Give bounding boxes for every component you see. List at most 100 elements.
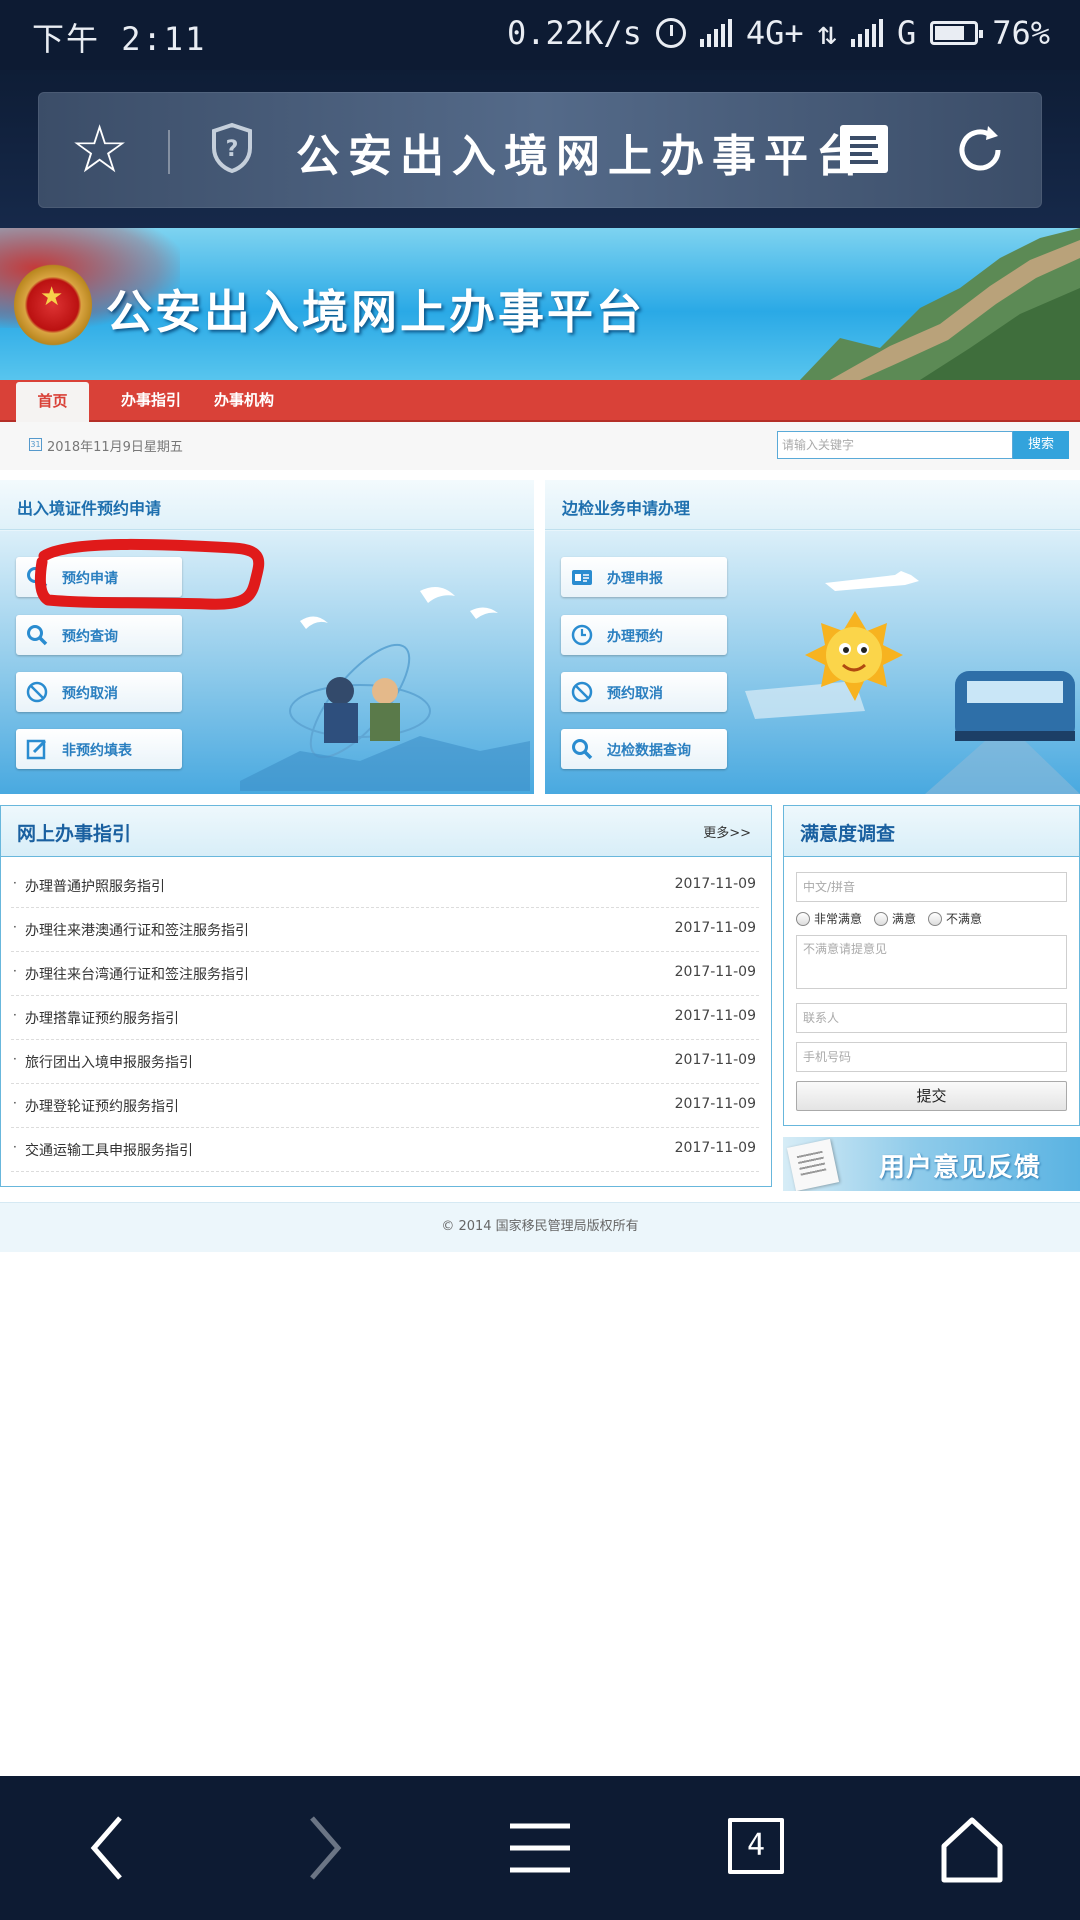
guide-header: 网上办事指引 更多>>: [1, 806, 771, 857]
survey-comment-field[interactable]: [796, 935, 1067, 989]
border-data-query-button[interactable]: 边检数据查询: [561, 729, 727, 769]
option-unsatisfied[interactable]: 不满意: [928, 910, 982, 927]
page-title: 公安出入境网上办事平台: [296, 131, 868, 182]
search-icon: [27, 625, 48, 646]
border-control-panel-body: 办理申报 办理预约 预约取消 边检数据查询: [545, 531, 1080, 794]
guide-item-date: 2017-11-09: [674, 964, 756, 980]
radio-button[interactable]: [928, 911, 943, 926]
signal-icon: [699, 19, 732, 47]
survey-name-field[interactable]: [796, 872, 1067, 902]
main-nav: 首页 办事指引 办事机构: [0, 380, 1080, 422]
user-feedback-banner[interactable]: 用户意见反馈: [783, 1137, 1080, 1191]
list-item[interactable]: · 办理往来台湾通行证和签注服务指引 2017-11-09: [11, 952, 759, 996]
search-icon: [572, 739, 593, 760]
status-indicators: 0.22K/s 4G+ ⇅ G 76%: [507, 14, 1050, 52]
back-icon[interactable]: [72, 1812, 144, 1884]
forward-icon[interactable]: [288, 1812, 360, 1884]
list-item[interactable]: · 办理搭靠证预约服务指引 2017-11-09: [11, 996, 759, 1040]
radio-button[interactable]: [874, 911, 889, 926]
list-item[interactable]: · 办理普通护照服务指引 2017-11-09: [11, 864, 759, 908]
status-bar: 下午 2:11 0.22K/s 4G+ ⇅ G 76%: [0, 0, 1080, 70]
declaration-label: 办理申报: [607, 571, 663, 587]
appointment-panel: 出入境证件预约申请 预约申请 预约查询 预约取消 非预约填表: [0, 480, 534, 794]
divider: [168, 130, 170, 174]
border-control-panel-header: 边检业务申请办理: [545, 480, 1080, 530]
signal-icon-2: [850, 19, 883, 47]
radio-button[interactable]: [796, 911, 810, 926]
bullet: ·: [13, 1052, 17, 1066]
document-icon: [786, 1138, 840, 1191]
guide-item-title[interactable]: 办理搭靠证预约服务指引: [25, 1008, 179, 1028]
bookmark-star-icon[interactable]: ☆: [70, 110, 129, 190]
page-footer: © 2014 国家移民管理局版权所有: [0, 1202, 1080, 1252]
guide-item-title[interactable]: 交通运输工具申报服务指引: [25, 1140, 193, 1160]
calendar-icon: 31: [29, 438, 42, 451]
option-satisfied[interactable]: 满意: [874, 910, 916, 927]
guide-item-date: 2017-11-09: [674, 920, 756, 936]
nav-guide[interactable]: 办事指引: [121, 380, 181, 422]
battery-fill: [935, 26, 964, 40]
guide-item-date: 2017-11-09: [674, 1096, 756, 1112]
border-cancel-label: 预约取消: [607, 686, 663, 702]
option-very-satisfied[interactable]: 非常满意: [796, 910, 862, 927]
survey-title: 满意度调查: [800, 823, 896, 845]
border-control-panel: 边检业务申请办理 办理申报 办理预约 预约取消 边检数据查询: [545, 480, 1080, 794]
great-wall-image: [800, 228, 1080, 380]
option-label: 非常满意: [814, 912, 863, 926]
make-appointment-button[interactable]: 办理预约: [561, 615, 727, 655]
nav-agencies[interactable]: 办事机构: [214, 380, 274, 422]
appointment-panel-body: 预约申请 预约查询 预约取消 非预约填表: [0, 531, 534, 794]
search-icon: [27, 567, 48, 588]
police-illustration: [240, 587, 530, 791]
home-icon[interactable]: [936, 1812, 1008, 1884]
security-shield-icon[interactable]: ?: [210, 122, 254, 174]
non-appointment-form-button[interactable]: 非预约填表: [16, 729, 182, 769]
declaration-button[interactable]: 办理申报: [561, 557, 727, 597]
bullet: ·: [13, 876, 17, 890]
appointment-apply-label: 预约申请: [62, 571, 118, 587]
nav-home[interactable]: 首页: [16, 382, 89, 422]
option-label: 满意: [892, 912, 917, 926]
tabs-count-button[interactable]: 4: [728, 1818, 784, 1874]
list-item[interactable]: · 旅行团出入境申报服务指引 2017-11-09: [11, 1040, 759, 1084]
reader-mode-icon[interactable]: [840, 125, 888, 173]
border-cancel-button[interactable]: 预约取消: [561, 672, 727, 712]
option-label: 不满意: [946, 912, 983, 926]
search-input[interactable]: [777, 431, 1013, 459]
list-item[interactable]: · 交通运输工具申报服务指引 2017-11-09: [11, 1128, 759, 1172]
status-time: 下午 2:11: [32, 20, 207, 58]
border-control-panel-title: 边检业务申请办理: [562, 499, 691, 518]
feedback-label: 用户意见反馈: [879, 1153, 1042, 1183]
alarm-icon: [655, 18, 686, 48]
guide-item-title[interactable]: 办理普通护照服务指引: [25, 876, 165, 896]
list-item[interactable]: · 办理登轮证预约服务指引 2017-11-09: [11, 1084, 759, 1128]
address-bar[interactable]: ☆ ? 公安出入境网上办事平台: [38, 92, 1042, 208]
appointment-apply-button[interactable]: 预约申请: [16, 557, 182, 597]
guide-item-title[interactable]: 旅行团出入境申报服务指引: [25, 1052, 193, 1072]
menu-icon[interactable]: [504, 1812, 576, 1884]
date-search-row: 31 2018年11月9日星期五 搜索: [0, 422, 1080, 470]
guide-item-date: 2017-11-09: [674, 876, 756, 892]
appointment-cancel-button[interactable]: 预约取消: [16, 672, 182, 712]
guide-item-title[interactable]: 办理往来台湾通行证和签注服务指引: [25, 964, 249, 984]
guide-item-date: 2017-11-09: [674, 1140, 756, 1156]
bullet: ·: [13, 1140, 17, 1154]
browser-bottom-bar: 4: [0, 1776, 1080, 1920]
online-guide-section: 网上办事指引 更多>> · 办理普通护照服务指引 2017-11-09 · 办理往来港…: [0, 805, 772, 1187]
appointment-panel-title: 出入境证件预约申请: [17, 499, 162, 518]
refresh-icon[interactable]: [950, 120, 1010, 180]
survey-submit-button[interactable]: 提交: [796, 1081, 1067, 1111]
guide-title: 网上办事指引: [17, 823, 132, 845]
survey-contact-field[interactable]: [796, 1003, 1067, 1033]
survey-phone-field[interactable]: [796, 1042, 1067, 1072]
appointment-query-button[interactable]: 预约查询: [16, 615, 182, 655]
guide-item-title[interactable]: 办理往来港澳通行证和签注服务指引: [25, 920, 249, 940]
guide-item-title[interactable]: 办理登轮证预约服务指引: [25, 1096, 179, 1116]
edit-form-icon: [26, 739, 47, 760]
search-button[interactable]: 搜索: [1013, 431, 1069, 459]
guide-more-link[interactable]: 更多>>: [703, 822, 751, 841]
transport-illustration: [745, 571, 1080, 794]
clock-icon: [571, 624, 593, 646]
svg-text:?: ?: [226, 137, 239, 162]
list-item[interactable]: · 办理往来港澳通行证和签注服务指引 2017-11-09: [11, 908, 759, 952]
